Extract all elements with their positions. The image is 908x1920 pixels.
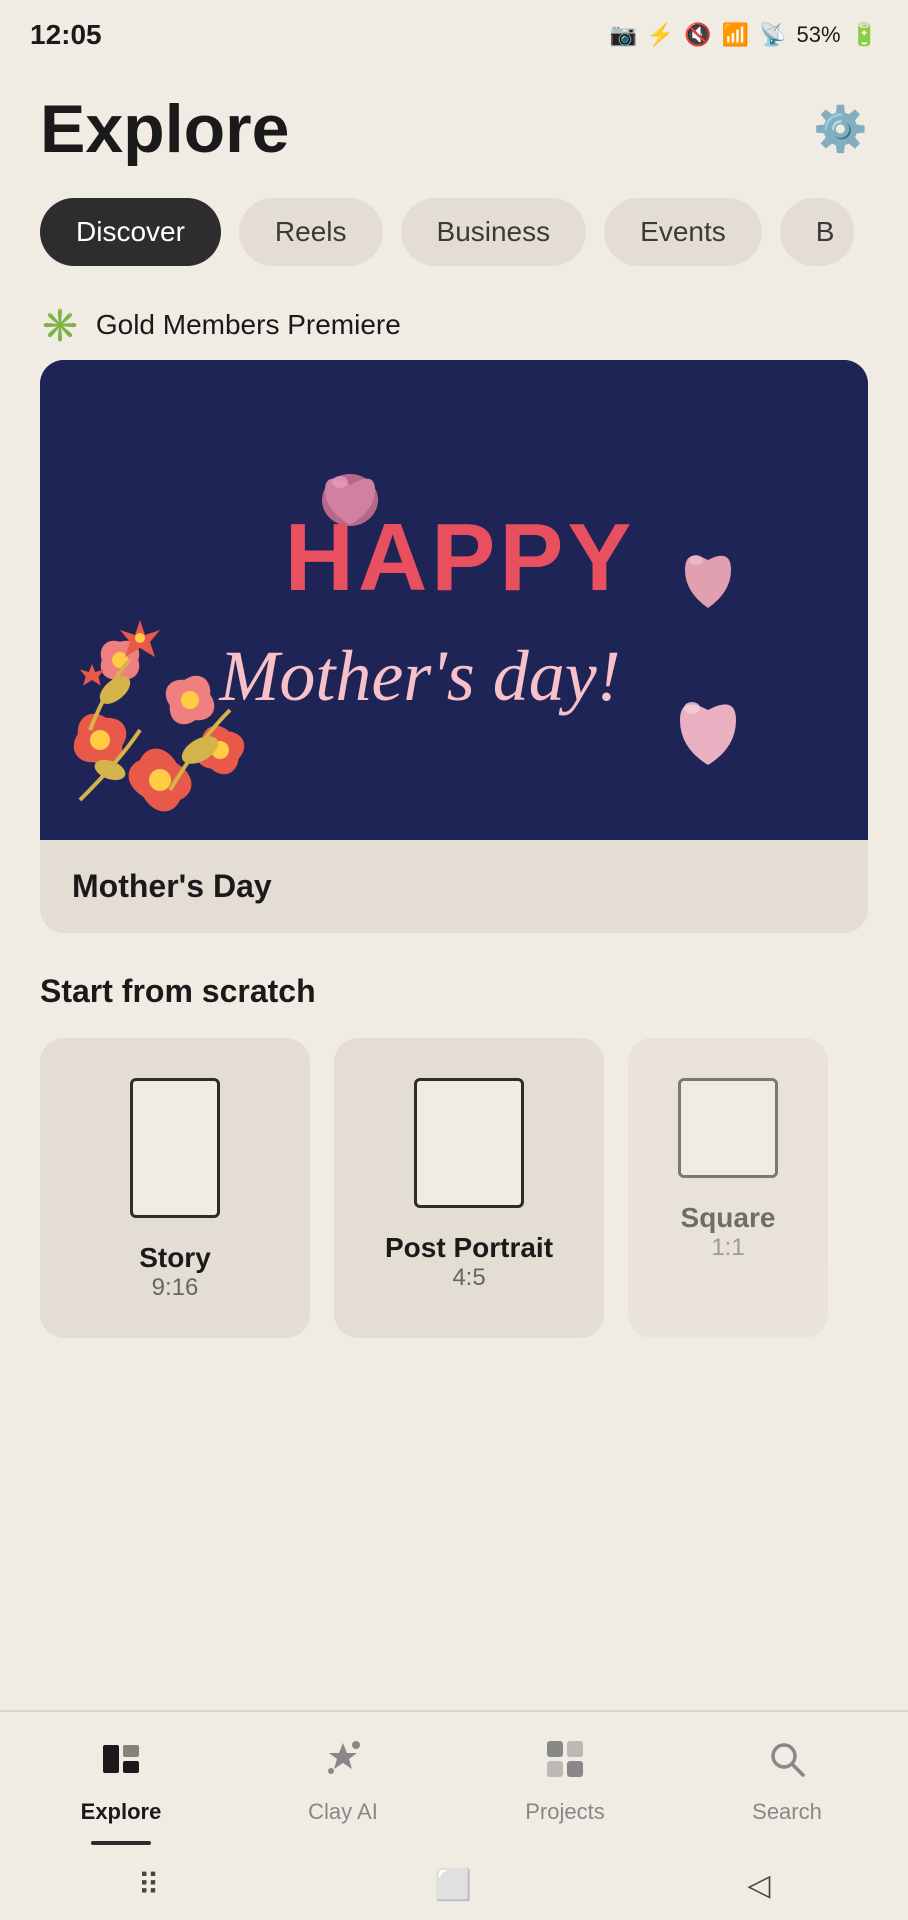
scratch-card-portrait[interactable]: Post Portrait 4:5 — [334, 1038, 604, 1338]
settings-icon[interactable]: ⚙️ — [813, 103, 868, 155]
story-name: Story — [139, 1242, 211, 1274]
signal-icon: 📡 — [759, 22, 786, 48]
extra-rect-shape — [678, 1078, 778, 1178]
explore-icon — [99, 1737, 143, 1791]
portrait-ratio: 4:5 — [385, 1264, 553, 1292]
story-format-icon — [130, 1078, 220, 1218]
clay-ai-icon — [321, 1737, 365, 1791]
gold-icon: ✳️ — [40, 306, 80, 344]
battery-icon: 🔋 — [851, 22, 878, 48]
filter-tabs: Discover Reels Business Events B — [0, 188, 908, 286]
scratch-cards-container: Story 9:16 Post Portrait 4:5 Square 1:1 — [40, 1038, 868, 1338]
extra-name: Square — [681, 1202, 776, 1234]
android-menu-icon[interactable]: ⠿ — [138, 1868, 160, 1903]
story-rect-shape — [130, 1078, 220, 1218]
header: Explore ⚙️ — [0, 70, 908, 188]
extra-label: Square 1:1 — [681, 1202, 776, 1262]
page-title: Explore — [40, 90, 289, 168]
extra-ratio: 1:1 — [681, 1234, 776, 1262]
android-home-icon[interactable]: ⬜ — [435, 1868, 472, 1903]
explore-label: Explore — [81, 1799, 162, 1825]
nav-projects[interactable]: Projects — [454, 1727, 676, 1835]
nav-search[interactable]: Search — [676, 1727, 898, 1835]
projects-label: Projects — [525, 1799, 604, 1825]
status-time: 12:05 — [30, 19, 102, 51]
featured-card-label: Mother's Day — [40, 840, 868, 933]
mute-icon: 🔇 — [684, 22, 711, 48]
scratch-section-title: Start from scratch — [40, 973, 868, 1010]
wifi-icon: 📶 — [722, 22, 749, 48]
search-icon — [765, 1737, 809, 1791]
nav-explore[interactable]: Explore — [10, 1727, 232, 1835]
svg-text:Mother's day!: Mother's day! — [218, 636, 620, 716]
svg-text:HAPPY: HAPPY — [285, 504, 636, 611]
portrait-name: Post Portrait — [385, 1232, 553, 1264]
portrait-rect-shape — [414, 1078, 524, 1208]
bottom-nav: Explore Clay AI Projects — [0, 1710, 908, 1850]
scratch-card-story[interactable]: Story 9:16 — [40, 1038, 310, 1338]
story-ratio: 9:16 — [139, 1274, 211, 1302]
story-label: Story 9:16 — [139, 1242, 211, 1302]
gold-section-text: Gold Members Premiere — [96, 309, 401, 341]
bluetooth-icon: ⚡ — [647, 22, 674, 48]
tab-business[interactable]: Business — [401, 198, 587, 266]
projects-icon — [543, 1737, 587, 1791]
tab-events[interactable]: Events — [604, 198, 762, 266]
nav-clay-ai[interactable]: Clay AI — [232, 1727, 454, 1835]
featured-image: HAPPY Mother's day! — [40, 360, 868, 840]
status-bar: 12:05 📷 ⚡ 🔇 📶 📡 53% 🔋 — [0, 0, 908, 70]
camera-icon: 📷 — [610, 22, 637, 48]
extra-format-icon — [678, 1078, 778, 1178]
clay-ai-label: Clay AI — [308, 1799, 378, 1825]
tab-reels[interactable]: Reels — [239, 198, 383, 266]
scratch-card-extra[interactable]: Square 1:1 — [628, 1038, 828, 1338]
featured-card[interactable]: HAPPY Mother's day! Mother's Day — [40, 360, 868, 933]
portrait-format-icon — [414, 1078, 524, 1208]
android-back-icon[interactable]: ◁ — [747, 1868, 770, 1903]
battery-text: 53% — [797, 22, 841, 48]
tab-extra[interactable]: B — [780, 198, 855, 266]
gold-section-label: ✳️ Gold Members Premiere — [0, 286, 908, 360]
scratch-section: Start from scratch Story 9:16 Post Portr… — [0, 933, 908, 1358]
android-nav: ⠿ ⬜ ◁ — [0, 1850, 908, 1920]
status-icons: 📷 ⚡ 🔇 📶 📡 53% 🔋 — [610, 22, 878, 48]
search-label: Search — [752, 1799, 822, 1825]
tab-discover[interactable]: Discover — [40, 198, 221, 266]
portrait-label: Post Portrait 4:5 — [385, 1232, 553, 1292]
